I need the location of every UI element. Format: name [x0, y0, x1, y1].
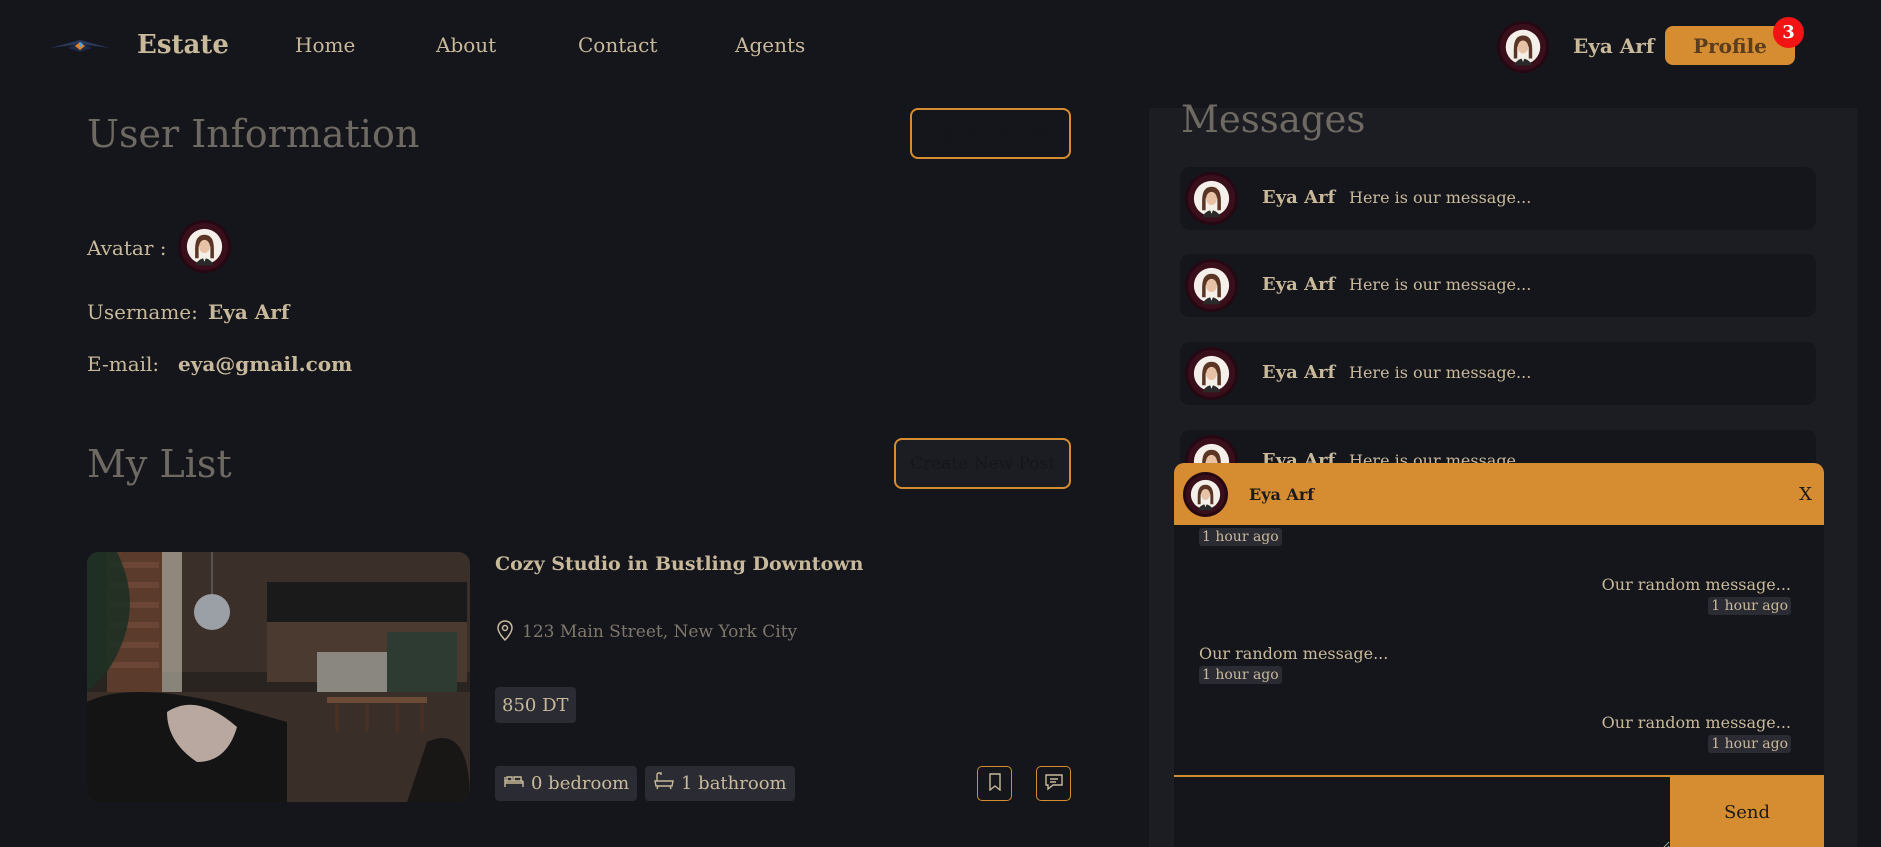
message-item[interactable]: Eya Arf Here is our message... — [1180, 342, 1816, 405]
location-pin-icon — [496, 620, 514, 642]
chat-avatar — [1186, 475, 1225, 514]
post-image[interactable] — [87, 552, 470, 802]
user-info-title: User Information — [87, 112, 420, 156]
message-item[interactable]: Eya Arf Here is our message... — [1180, 254, 1816, 317]
messages-title: Messages — [1181, 98, 1366, 141]
message-avatar — [1188, 175, 1235, 222]
logo-icon[interactable] — [48, 28, 112, 64]
message-preview: Here is our message... — [1349, 275, 1532, 294]
nav-link-home[interactable]: Home — [295, 33, 355, 57]
message-text: Our random message... — [1601, 713, 1791, 732]
message-time: 1 hour ago — [1199, 528, 1282, 546]
brand-name[interactable]: Estate — [137, 30, 229, 60]
chat-footer: Send — [1174, 775, 1824, 847]
post-price: 850 DT — [495, 687, 576, 723]
bookmark-icon — [986, 772, 1004, 795]
chat-window: Eya Arf X 1 hour ago Our random message.… — [1174, 463, 1824, 847]
message-user: Eya Arf — [1262, 274, 1336, 295]
bath-icon — [653, 772, 675, 795]
bathroom-feature: 1 bathroom — [645, 766, 795, 801]
chat-message-input[interactable] — [1174, 777, 1670, 847]
message-time: 1 hour ago — [1708, 735, 1791, 753]
send-button[interactable]: Send — [1670, 775, 1824, 847]
bathroom-count: 1 bathroom — [681, 773, 787, 794]
message-preview: Here is our message... — [1349, 363, 1532, 382]
message-preview: Here is our message... — [1349, 188, 1532, 207]
message-avatar — [1188, 350, 1235, 397]
nav-link-contact[interactable]: Contact — [578, 33, 657, 57]
message-time: 1 hour ago — [1199, 666, 1282, 684]
nav-link-about[interactable]: About — [436, 33, 496, 57]
bedroom-feature: 0 bedroom — [495, 766, 638, 801]
update-profile-button[interactable]: Update Profile — [910, 108, 1071, 159]
message-user: Eya Arf — [1262, 362, 1336, 383]
chat-body[interactable]: 1 hour ago Our random message... 1 hour … — [1174, 525, 1824, 753]
chat-button[interactable] — [1036, 766, 1071, 801]
bookmark-button[interactable] — [977, 766, 1012, 801]
username-label: Username: — [87, 300, 198, 324]
nav-avatar[interactable] — [1500, 24, 1546, 70]
chat-close-button[interactable]: X — [1799, 484, 1812, 505]
nav-link-agents[interactable]: Agents — [735, 33, 805, 57]
chat-message: Our random message... 1 hour ago — [1199, 644, 1388, 684]
chat-message: Our random message... 1 hour ago — [1602, 713, 1791, 753]
post-title[interactable]: Cozy Studio in Bustling Downtown — [495, 553, 863, 575]
notification-badge: 3 — [1773, 17, 1804, 48]
user-avatar — [181, 223, 228, 270]
nav-username: Eya Arf — [1573, 34, 1655, 58]
navbar: Estate Home About Contact Agents Eya Arf… — [0, 0, 1881, 92]
email-value: eya@gmail.com — [178, 352, 353, 376]
message-item[interactable]: Eya Arf Here is our message... — [1180, 167, 1816, 230]
chat-header: Eya Arf X — [1174, 463, 1824, 525]
message-user: Eya Arf — [1262, 187, 1336, 208]
chat-username: Eya Arf — [1249, 485, 1315, 504]
email-label: E-mail: — [87, 352, 160, 376]
message-text: Our random message... — [1601, 575, 1791, 594]
chat-message: Our random message... 1 hour ago — [1602, 575, 1791, 615]
bedroom-count: 0 bedroom — [531, 773, 630, 794]
post-address: 123 Main Street, New York City — [522, 622, 798, 642]
avatar-label: Avatar : — [87, 236, 167, 260]
my-list-title: My List — [87, 442, 232, 486]
username-value: Eya Arf — [208, 300, 290, 324]
chat-message: 1 hour ago — [1199, 525, 1282, 546]
message-avatar — [1188, 262, 1235, 309]
create-post-button[interactable]: Create New Post — [894, 438, 1071, 489]
chat-bubble-icon — [1044, 773, 1063, 795]
message-time: 1 hour ago — [1708, 597, 1791, 615]
bed-icon — [503, 772, 525, 795]
message-text: Our random message... — [1199, 644, 1389, 663]
